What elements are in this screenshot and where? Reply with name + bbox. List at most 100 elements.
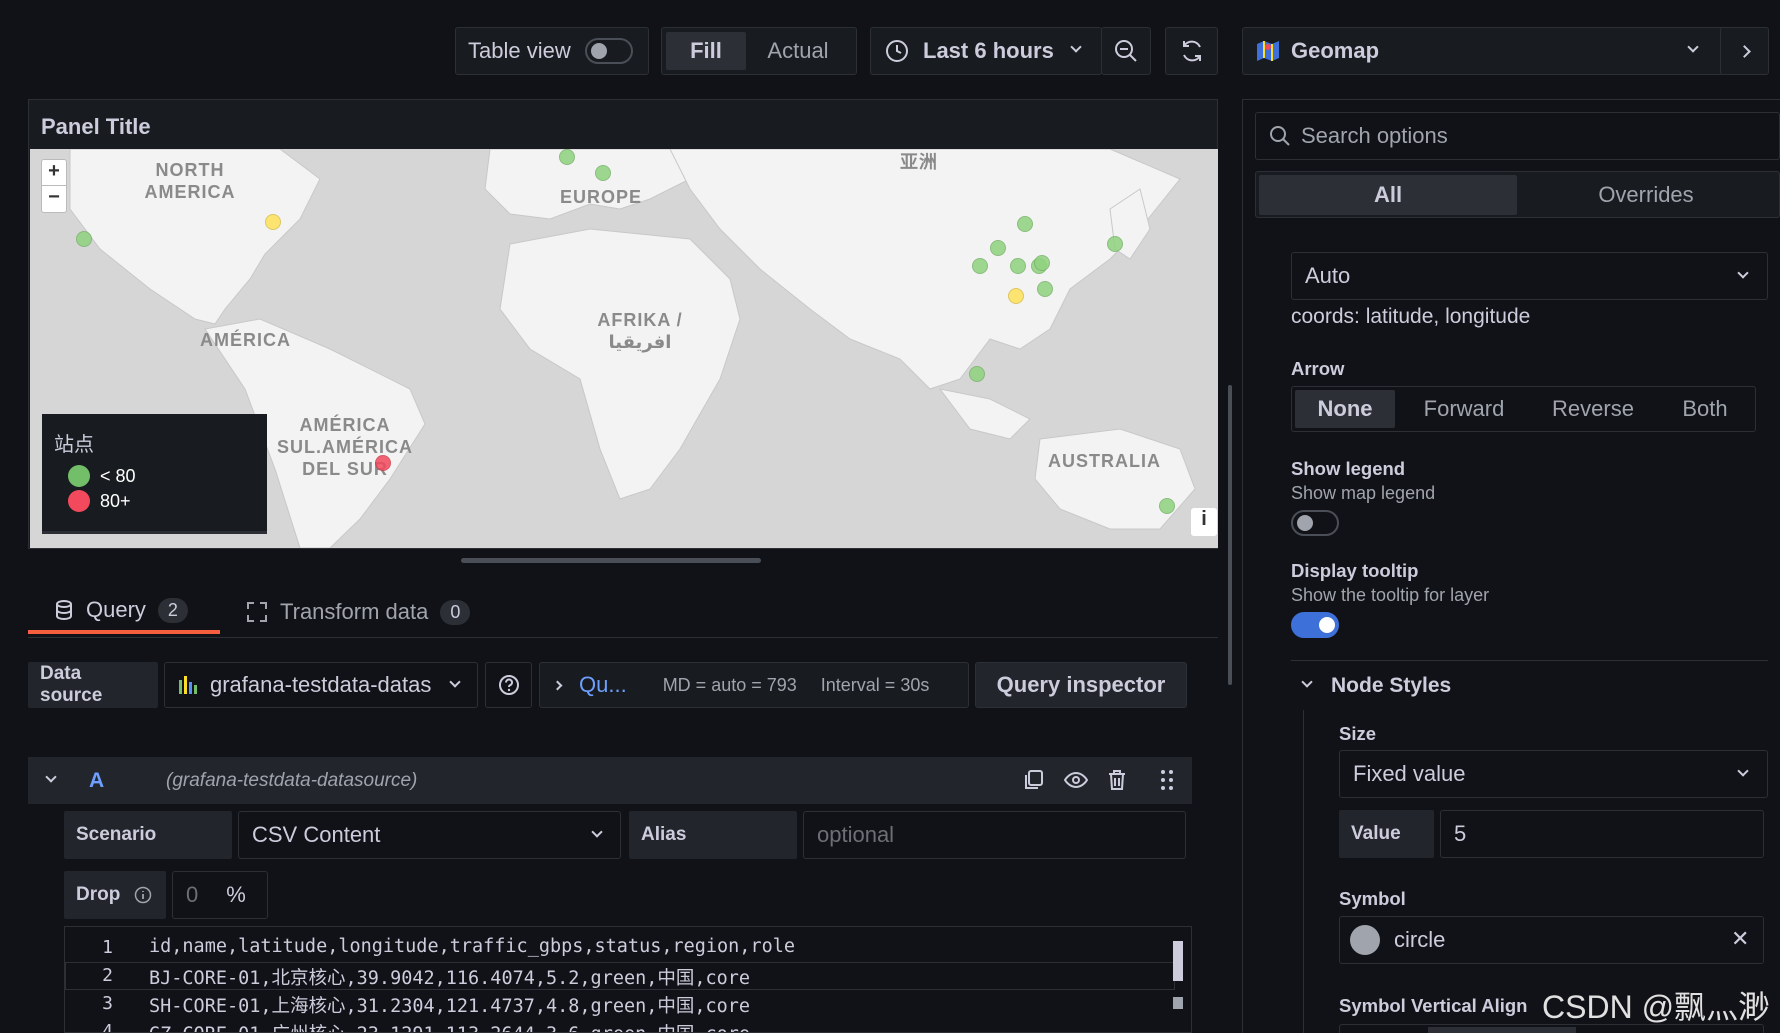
query-row-header: A (grafana-testdata-datasource) [28, 757, 1192, 804]
coords-text: coords: latitude, longitude [1291, 305, 1531, 328]
csv-editor[interactable]: 1 id,name,latitude,longitude,traffic_gbp… [64, 926, 1192, 1033]
tab-query[interactable]: Query 2 [28, 590, 220, 634]
pane-splitter[interactable] [1228, 385, 1232, 685]
options-search-input[interactable]: Search options [1255, 112, 1780, 160]
map-label-africa: AFRIKA / افريقيا [597, 310, 683, 352]
station-marker[interactable] [1159, 498, 1175, 514]
map-info-button[interactable]: i [1191, 508, 1217, 536]
station-marker[interactable] [265, 214, 281, 230]
scenario-select[interactable]: CSV Content [238, 811, 621, 859]
visualization-picker[interactable]: Geomap [1242, 27, 1739, 75]
legend-title: 站点 [54, 434, 94, 456]
station-marker[interactable] [1008, 288, 1024, 304]
chevron-right-icon [552, 680, 563, 690]
refresh-button[interactable] [1165, 27, 1218, 75]
table-view-toggle[interactable]: Table view [455, 27, 649, 75]
query-inspector-button[interactable]: Query inspector [975, 662, 1187, 708]
zoom-in-button[interactable]: + [42, 160, 66, 186]
arrow-option-none[interactable]: None [1295, 390, 1395, 428]
query-options-label: Qu... [579, 672, 627, 697]
chevron-down-icon [449, 676, 461, 688]
display-tooltip-switch[interactable] [1291, 612, 1339, 638]
chevron-down-icon [591, 826, 603, 838]
station-marker[interactable] [1010, 258, 1026, 274]
testdata-icon [179, 676, 197, 694]
zoom-out-button[interactable] [1101, 27, 1151, 75]
symbol-select[interactable]: circle ✕ [1339, 916, 1764, 964]
collapse-options-button[interactable] [1720, 27, 1769, 75]
size-select[interactable]: Fixed value [1339, 750, 1768, 798]
drop-unit: % [226, 882, 246, 907]
map-label-asia: 亚洲 [900, 152, 938, 172]
tab-transform[interactable]: Transform data 0 [246, 590, 471, 634]
datasource-help-button[interactable] [485, 662, 532, 708]
station-marker[interactable] [969, 366, 985, 382]
drop-input[interactable]: 0 % [172, 871, 268, 919]
query-options-toggle[interactable]: Qu... MD = auto = 793 Interval = 30s [539, 662, 969, 708]
refresh-icon [1182, 40, 1201, 62]
panel-resize-handle[interactable] [461, 558, 761, 563]
panel-title: Panel Title [41, 114, 151, 139]
drag-handle-icon[interactable] [1160, 769, 1174, 791]
actual-option[interactable]: Actual [746, 32, 850, 70]
value-value: 5 [1454, 821, 1467, 846]
station-marker[interactable] [972, 258, 988, 274]
clear-icon[interactable]: ✕ [1731, 926, 1749, 952]
display-tooltip-desc: Show the tooltip for layer [1291, 585, 1490, 605]
visualization-label: Geomap [1291, 38, 1380, 63]
show-legend-label: Show legend [1291, 458, 1406, 479]
alias-label: Alias [629, 811, 797, 859]
arrow-option-forward[interactable]: Forward [1405, 390, 1523, 428]
station-marker[interactable] [595, 165, 611, 181]
station-marker[interactable] [1017, 216, 1033, 232]
editor-scrollbar[interactable] [1173, 941, 1183, 981]
value-label: Value [1339, 810, 1434, 858]
geomap-icon [1257, 41, 1279, 61]
map-view[interactable]: NORTH AMERICA EUROPE 亚洲 AFRIKA / افريقيا… [30, 149, 1218, 548]
eye-icon[interactable] [1064, 769, 1088, 791]
line-number: 2 [102, 965, 113, 986]
map-label-australia: AUSTRALIA [1048, 451, 1161, 471]
tab-query-label: Query [86, 597, 146, 622]
datasource-picker[interactable]: grafana-testdata-datas [164, 662, 478, 708]
info-icon [135, 886, 152, 904]
map-label-europe: EUROPE [560, 187, 643, 207]
tab-overrides[interactable]: Overrides [1517, 175, 1775, 215]
time-range-picker[interactable]: Last 6 hours [870, 27, 1102, 75]
chevron-down-icon [1301, 676, 1313, 688]
station-marker[interactable] [559, 149, 575, 165]
arrow-option-both[interactable]: Both [1660, 390, 1750, 428]
duplicate-icon[interactable] [1023, 769, 1045, 791]
collapse-chevron-icon[interactable] [45, 771, 57, 783]
location-mode-select[interactable]: Auto [1291, 252, 1768, 300]
station-marker[interactable] [76, 231, 92, 247]
database-icon [56, 600, 72, 621]
value-input[interactable]: 5 [1440, 810, 1764, 858]
query-inspector-label: Query inspector [996, 672, 1166, 697]
show-legend-switch[interactable] [1291, 510, 1339, 536]
trash-icon[interactable] [1107, 769, 1127, 791]
tab-all[interactable]: All [1259, 175, 1517, 215]
zoom-out-map-button[interactable]: − [42, 186, 66, 212]
alias-input[interactable]: optional [803, 811, 1186, 859]
legend-label: 80+ [100, 490, 131, 511]
node-styles-header[interactable]: Node Styles [1291, 672, 1768, 702]
chevron-down-icon [1737, 765, 1749, 777]
table-view-label: Table view [468, 38, 571, 63]
search-placeholder: Search options [1301, 123, 1448, 148]
station-marker[interactable] [1037, 281, 1053, 297]
drop-label: Drop [64, 871, 166, 919]
location-mode-value: Auto [1305, 263, 1351, 288]
tabs-divider [28, 637, 1218, 638]
query-ref-id[interactable]: A [89, 769, 104, 793]
table-view-switch[interactable] [584, 38, 633, 64]
interval-info: Interval = 30s [820, 674, 930, 695]
fill-option[interactable]: Fill [666, 32, 746, 70]
display-tooltip-label: Display tooltip [1291, 560, 1419, 581]
station-marker[interactable] [1107, 236, 1123, 252]
map-label-north-america: NORTH AMERICA [144, 160, 236, 202]
station-marker[interactable] [375, 455, 391, 471]
station-marker[interactable] [990, 240, 1006, 256]
station-marker[interactable] [1034, 255, 1050, 271]
arrow-option-reverse[interactable]: Reverse [1537, 390, 1649, 428]
